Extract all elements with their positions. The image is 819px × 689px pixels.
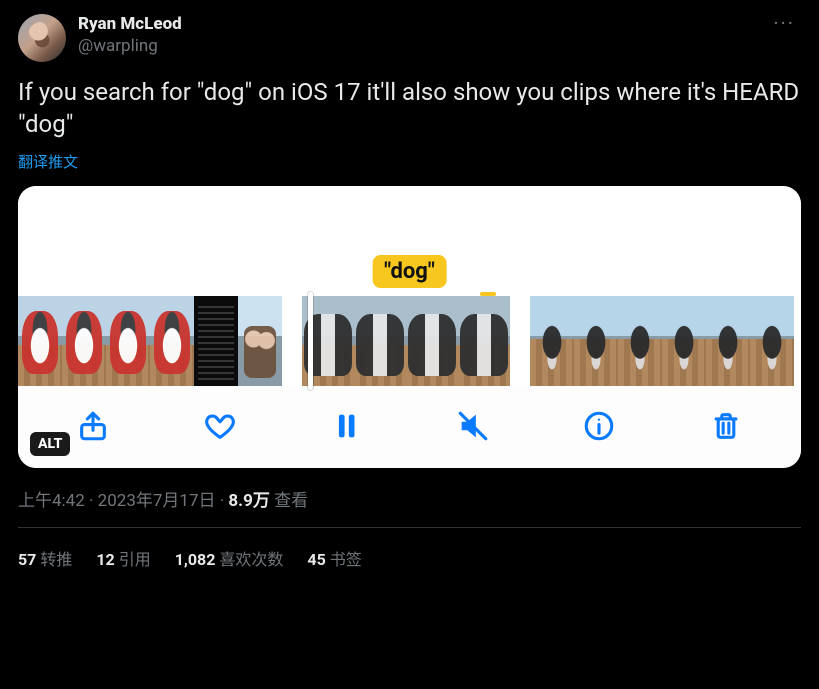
likes-stat[interactable]: 1,082喜欢次数	[175, 546, 284, 570]
clip-thumb	[18, 296, 62, 386]
video-scrubber[interactable]	[18, 296, 801, 386]
clip-thumb	[458, 296, 510, 386]
user-handle: @warpling	[78, 36, 755, 56]
transcript-tag: "dog"	[372, 255, 447, 288]
playhead-icon[interactable]	[308, 292, 313, 390]
clip-thumb	[238, 296, 282, 386]
clip-thumb	[530, 296, 574, 386]
tweet-meta[interactable]: 上午4:42 · 2023年7月17日 · 8.9万 查看	[18, 486, 801, 511]
clip-group-2	[302, 296, 510, 386]
meta-time: 上午4:42	[18, 491, 85, 511]
clip-group-1	[18, 296, 282, 386]
display-name: Ryan McLeod	[78, 14, 755, 34]
info-icon[interactable]	[581, 408, 617, 444]
user-block[interactable]: Ryan McLeod @warpling	[78, 14, 755, 56]
share-icon[interactable]	[75, 408, 111, 444]
tweet-stats: 57转推 12引用 1,082喜欢次数 45书签	[18, 528, 801, 570]
alt-badge[interactable]: ALT	[30, 432, 70, 456]
clip-thumb	[406, 296, 458, 386]
clip-thumb	[574, 296, 618, 386]
media-attachment[interactable]: "dog"	[18, 186, 801, 468]
mute-icon[interactable]	[455, 408, 491, 444]
translate-link[interactable]: 翻译推文	[18, 151, 801, 172]
tweet-header: Ryan McLeod @warpling ···	[18, 14, 801, 62]
media-top: "dog"	[18, 186, 801, 296]
clip-thumb	[62, 296, 106, 386]
heart-icon[interactable]	[202, 408, 238, 444]
tweet-text: If you search for "dog" on iOS 17 it'll …	[18, 76, 801, 141]
meta-date: 2023年7月17日	[98, 491, 216, 511]
clip-thumb	[662, 296, 706, 386]
clip-thumb	[750, 296, 794, 386]
more-icon[interactable]: ···	[767, 14, 801, 32]
avatar[interactable]	[18, 14, 66, 62]
clip-group-3	[530, 296, 794, 386]
trash-icon[interactable]	[708, 408, 744, 444]
clip-thumb	[706, 296, 750, 386]
retweets-stat[interactable]: 57转推	[18, 546, 72, 570]
clip-thumb	[150, 296, 194, 386]
quotes-stat[interactable]: 12引用	[96, 546, 150, 570]
media-toolbar	[18, 386, 801, 468]
clip-thumb	[194, 296, 238, 386]
clip-thumb	[354, 296, 406, 386]
clip-thumb	[618, 296, 662, 386]
bookmarks-stat[interactable]: 45书签	[307, 546, 361, 570]
views-count: 8.9万	[228, 491, 269, 511]
views-label: 查看	[270, 491, 308, 511]
clip-thumb	[106, 296, 150, 386]
pause-icon[interactable]	[328, 408, 364, 444]
tweet-container: Ryan McLeod @warpling ··· If you search …	[0, 0, 819, 584]
